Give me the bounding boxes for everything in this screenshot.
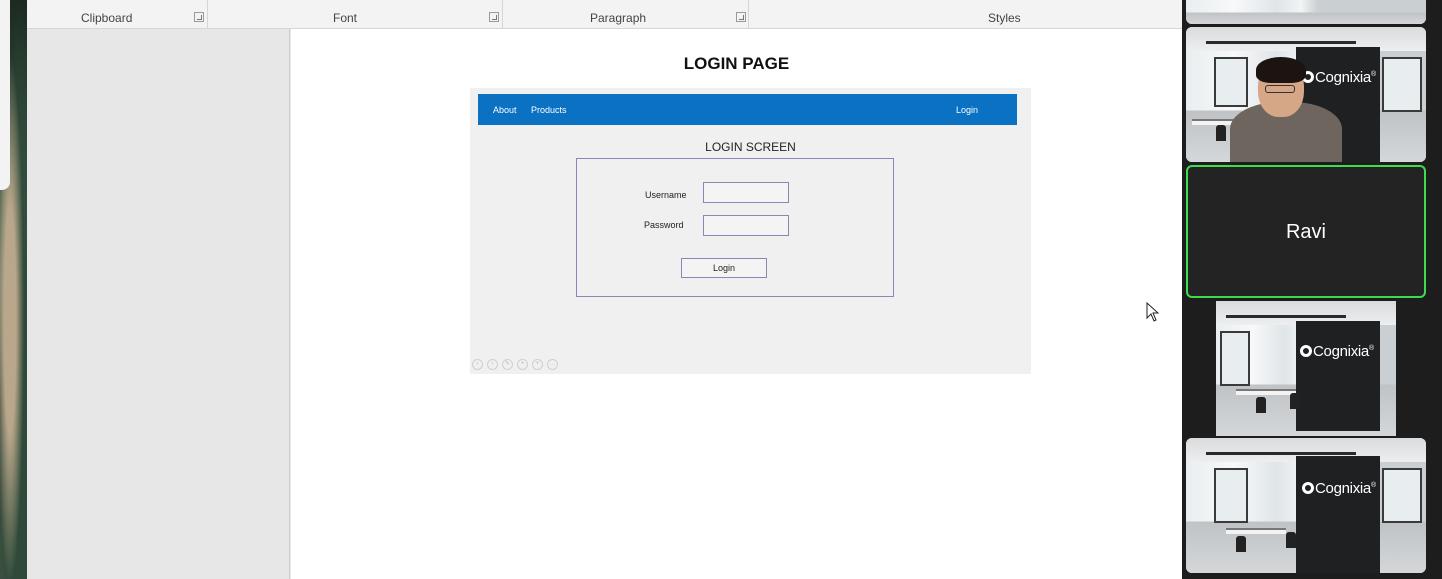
font-dialog-launcher-icon[interactable] <box>489 12 499 22</box>
ribbon-group-clipboard: Clipboard <box>81 11 133 25</box>
office-window <box>1214 468 1248 523</box>
participant-tile-video[interactable]: Cognixia® <box>1186 438 1426 573</box>
ribbon-separator <box>748 0 749 28</box>
office-background <box>1186 0 1426 24</box>
slide-controls: ‹ › ✎ • + … <box>472 359 558 371</box>
mockup-username-label: Username <box>645 190 687 200</box>
office-desk <box>1226 528 1286 534</box>
ribbon-separator <box>207 0 208 28</box>
brand-text: Cognixia <box>1313 343 1369 360</box>
login-mockup-image[interactable]: About Products Login LOGIN SCREEN Userna… <box>470 88 1031 374</box>
participant-tile-ravi[interactable]: Ravi <box>1186 165 1426 298</box>
mockup-password-label: Password <box>644 220 684 230</box>
desktop-wallpaper <box>0 0 27 579</box>
ribbon-separator <box>502 0 503 28</box>
office-chair <box>1256 397 1266 413</box>
ceiling-lamp <box>1226 315 1346 318</box>
pen-icon[interactable]: ✎ <box>502 359 513 370</box>
participant-name-ravi: Ravi <box>1285 221 1326 243</box>
brand-trademark: ® <box>1370 71 1376 78</box>
cognixia-logo: Cognixia® <box>1302 69 1376 86</box>
mockup-username-field <box>703 182 789 203</box>
brand-text: Cognixia <box>1315 480 1371 497</box>
office-chair <box>1216 125 1226 141</box>
office-window <box>1220 331 1250 386</box>
cognixia-logo: Cognixia® <box>1300 343 1374 360</box>
mockup-nav-about: About <box>493 105 517 115</box>
person-glasses <box>1265 85 1295 93</box>
branded-wall <box>1296 456 1380 573</box>
page-heading: LOGIN PAGE <box>683 54 790 73</box>
office-window <box>1382 57 1422 112</box>
next-slide-icon[interactable]: › <box>487 359 498 370</box>
mockup-nav-products: Products <box>531 105 567 115</box>
office-window <box>1382 468 1422 523</box>
ceiling-lamp <box>1206 452 1356 455</box>
cognixia-mark-icon <box>1300 345 1312 357</box>
participant-tile-video[interactable]: Cognixia® <box>1186 27 1426 162</box>
office-window <box>1214 57 1248 107</box>
mockup-login-form: Username Password Login <box>576 158 894 297</box>
paragraph-dialog-launcher-icon[interactable] <box>736 12 746 22</box>
mockup-login-button: Login <box>681 258 767 278</box>
zoom-icon[interactable]: + <box>532 359 543 370</box>
previous-slide-icon[interactable]: ‹ <box>472 359 483 370</box>
office-desk <box>1236 389 1296 395</box>
person-hair <box>1256 57 1306 83</box>
ribbon-group-font: Font <box>333 11 358 25</box>
more-options-icon[interactable]: … <box>547 359 558 370</box>
participant-tile-video[interactable]: Cognixia® <box>1216 301 1396 436</box>
document-page[interactable]: LOGIN PAGE About Products Login LOGIN SC… <box>291 29 1182 579</box>
mockup-password-field <box>703 215 789 236</box>
branded-wall <box>1296 321 1380 431</box>
cognixia-logo: Cognixia® <box>1302 480 1376 497</box>
mockup-nav-login: Login <box>956 105 979 115</box>
ceiling-lamp <box>1206 41 1356 44</box>
video-gallery: Cognixia® Ravi Cognixia® Cognixia® <box>1182 0 1442 579</box>
office-chair <box>1290 393 1300 409</box>
mockup-title: LOGIN SCREEN <box>705 140 796 154</box>
laser-pointer-icon[interactable]: • <box>517 359 528 370</box>
cognixia-mark-icon <box>1302 482 1314 494</box>
mouse-pointer-icon <box>1146 302 1160 322</box>
office-chair <box>1286 532 1296 548</box>
clipboard-dialog-launcher-icon[interactable] <box>194 12 204 22</box>
brand-trademark: ® <box>1370 482 1376 489</box>
brand-text: Cognixia <box>1315 69 1371 86</box>
participant-tile-partial[interactable] <box>1186 0 1426 24</box>
ribbon-group-paragraph: Paragraph <box>590 11 647 25</box>
ribbon-group-labels: Clipboard Font Paragraph Styles <box>27 0 1182 29</box>
brand-trademark: ® <box>1368 345 1374 352</box>
office-chair <box>1236 536 1246 552</box>
word-window: Clipboard Font Paragraph Styles LOGIN PA… <box>27 0 1182 579</box>
ribbon-group-styles: Styles <box>988 11 1021 25</box>
background-window-edge <box>0 0 10 190</box>
mockup-navbar: About Products Login <box>478 94 1017 125</box>
navigation-pane <box>27 29 290 579</box>
